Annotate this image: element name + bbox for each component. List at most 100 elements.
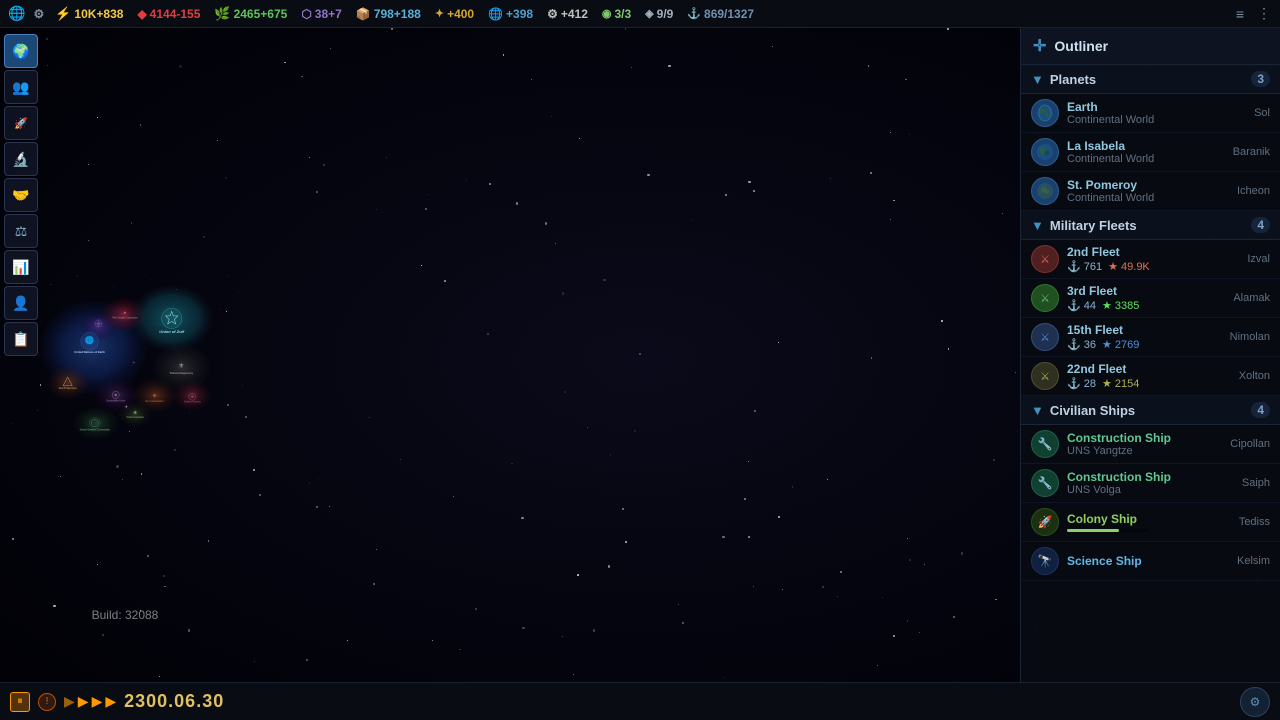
sidebar-item-factions[interactable]: ⚖ [4, 214, 38, 248]
stability-icon: ◉ [602, 7, 612, 20]
3rd-fleet-power: ★ 3385 [1102, 299, 1139, 312]
uns-yangtze-info: Construction Ship UNS Yangtze [1067, 431, 1222, 457]
svg-text:⚜: ⚜ [178, 362, 184, 370]
resource-unity[interactable]: ✦ +400 [430, 3, 479, 25]
fleet-sword-icon-3: ⚔ [1040, 331, 1050, 344]
influence-icon: 🌐 [488, 7, 503, 21]
speed-arrow-1[interactable]: ▶ [64, 693, 75, 710]
uns-volga-icon: 🔧 [1031, 469, 1059, 497]
outliner-header: ✛ Outliner [1021, 28, 1280, 65]
la-isabela-info: La Isabela Continental World [1067, 139, 1225, 165]
fleet-item-2nd[interactable]: ⚔ 2nd Fleet ⚓ 761 ★ 49.9K Izval [1021, 240, 1280, 279]
15th-fleet-info: 15th Fleet ⚓ 36 ★ 2769 [1067, 323, 1222, 351]
st-pomeroy-icon [1031, 177, 1059, 205]
st-pomeroy-info: St. Pomeroy Continental World [1067, 178, 1229, 204]
resource-amenities[interactable]: ⚙ +412 [542, 3, 593, 25]
planets-section-title: ▼ Planets [1031, 72, 1096, 87]
fleet-sword-icon-4: ⚔ [1040, 370, 1050, 383]
fleet-item-15th[interactable]: ⚔ 15th Fleet ⚓ 36 ★ 2769 Nimolan [1021, 318, 1280, 357]
resource-naval-capacity[interactable]: ⚓ 869/1327 [682, 3, 759, 25]
section-header-military-fleets[interactable]: ▼ Military Fleets 4 [1021, 211, 1280, 240]
resource-alloys[interactable]: ⬡ 38+7 [296, 3, 347, 25]
sidebar-item-diplomacy[interactable]: 🤝 [4, 178, 38, 212]
sidebar-item-populations[interactable]: 👥 [4, 70, 38, 104]
ship-item-science[interactable]: 🔭 Science Ship Kelsim [1021, 542, 1280, 581]
sidebar-item-research[interactable]: 🔬 [4, 142, 38, 176]
ship-item-uns-volga[interactable]: 🔧 Construction Ship UNS Volga Saiph [1021, 464, 1280, 503]
uns-volga-name: Construction Ship [1067, 470, 1234, 484]
sidebar-item-leaders[interactable]: 👤 [4, 286, 38, 320]
pause-button[interactable]: ⏸ [10, 692, 30, 712]
resource-stability[interactable]: ◉ 3/3 [597, 3, 636, 25]
sidebar-item-situation[interactable]: 📋 [4, 322, 38, 356]
fleet-sword-icon-2: ⚔ [1040, 292, 1050, 305]
section-header-planets[interactable]: ▼ Planets 3 [1021, 65, 1280, 94]
3rd-fleet-name: 3rd Fleet [1067, 284, 1225, 298]
tech-tree-button[interactable]: ⚙ [1240, 687, 1270, 717]
resource-influence[interactable]: 🌐 +398 [483, 3, 538, 25]
alert-indicator[interactable]: ! [38, 693, 56, 711]
outliner-title: Outliner [1054, 38, 1108, 54]
2nd-fleet-ships: ⚓ 761 [1067, 260, 1102, 273]
2nd-fleet-power: ★ 49.9K [1108, 260, 1150, 273]
energy-icon: ⚡ [55, 6, 71, 22]
bottom-right-icons: ⚙ [1240, 687, 1270, 717]
planet-item-st-pomeroy[interactable]: St. Pomeroy Continental World Icheon [1021, 172, 1280, 211]
bottom-bar: ⏸ ! ▶ ▶ ▶ ▶ 2300.06.30 ⚙ [0, 682, 1280, 720]
speed-arrow-3[interactable]: ▶ [92, 693, 103, 710]
ship-item-colony[interactable]: 🚀 Colony Ship Tediss [1021, 503, 1280, 542]
2nd-fleet-name: 2nd Fleet [1067, 245, 1239, 259]
22nd-fleet-location: Xolton [1239, 370, 1270, 382]
planet-item-la-isabela[interactable]: La Isabela Continental World Baranik [1021, 133, 1280, 172]
extra-menu-button[interactable]: ⋮ [1254, 4, 1274, 24]
empire-chalcidian[interactable] [95, 320, 102, 327]
speed-arrow-4[interactable]: ▶ [105, 693, 116, 710]
stability-value: 3/3 [614, 7, 631, 21]
civilian-chevron-icon: ▼ [1031, 403, 1044, 418]
resource-food[interactable]: 🌿 2465+675 [209, 3, 292, 25]
uns-volga-location: Saiph [1242, 477, 1270, 489]
science-ship-icon: 🔭 [1038, 554, 1053, 568]
planets-count: 3 [1251, 71, 1270, 87]
22nd-fleet-info: 22nd Fleet ⚓ 28 ★ 2154 [1067, 362, 1231, 390]
ship-item-uns-yangtze[interactable]: 🔧 Construction Ship UNS Yangtze Cipollan [1021, 425, 1280, 464]
uns-yangtze-name: Construction Ship [1067, 431, 1222, 445]
science-ship-icon-container: 🔭 [1031, 547, 1059, 575]
top-bar: 🌐 ⚙ ⚡ 10K+838 ◆ 4144-155 🌿 2465+675 ⬡ 38… [0, 0, 1280, 28]
fleet-item-22nd[interactable]: ⚔ 22nd Fleet ⚓ 28 ★ 2154 Xolton [1021, 357, 1280, 396]
resource-energy[interactable]: ⚡ 10K+838 [50, 3, 128, 25]
game-date: 2300.06.30 [124, 691, 224, 712]
colony-ship-info: Colony Ship [1067, 512, 1231, 532]
15th-fleet-ships: ⚓ 36 [1067, 338, 1096, 351]
territory-dabbex-ancients[interactable] [173, 380, 211, 410]
food-icon: 🌿 [214, 6, 230, 22]
naval-icon: ⚓ [687, 7, 701, 20]
settings-menu-button[interactable]: ⚙ [31, 3, 46, 25]
resource-consumer-goods[interactable]: 📦 798+188 [351, 3, 426, 25]
outliner-panel: ✛ Outliner ▼ Planets 3 Earth Continental… [1020, 28, 1280, 720]
colony-ship-progress [1067, 529, 1119, 532]
planet-item-earth[interactable]: Earth Continental World Sol [1021, 94, 1280, 133]
uns-yangtze-icon: 🔧 [1031, 430, 1059, 458]
3rd-fleet-info: 3rd Fleet ⚓ 44 ★ 3385 [1067, 284, 1225, 312]
sidebar-item-fleets[interactable]: 🚀 [4, 106, 38, 140]
empire-menu-button[interactable]: 🌐 [6, 3, 27, 25]
fleets-chevron-icon: ▼ [1031, 218, 1044, 233]
section-header-civilian-ships[interactable]: ▼ Civilian Ships 4 [1021, 396, 1280, 425]
st-pomeroy-location: Icheon [1237, 185, 1270, 197]
territory-serene-gwestor[interactable] [73, 407, 118, 440]
alert-icon: ! [46, 696, 49, 707]
st-pomeroy-subtitle: Continental World [1067, 192, 1229, 204]
hamburger-menu-button[interactable]: ≡ [1230, 4, 1250, 24]
sidebar-item-economy[interactable]: 📊 [4, 250, 38, 284]
speed-arrow-2[interactable]: ▶ [78, 693, 89, 710]
resource-minerals[interactable]: ◆ 4144-155 [132, 3, 205, 25]
territory-gok-protectors[interactable] [48, 366, 88, 399]
sidebar-item-empire[interactable]: 🌍 [4, 34, 38, 68]
outliner-cross-icon: ✛ [1033, 36, 1046, 56]
colony-ship-location: Tediss [1239, 516, 1270, 528]
fleet-item-3rd[interactable]: ⚔ 3rd Fleet ⚓ 44 ★ 3385 Alamak [1021, 279, 1280, 318]
resource-starbases[interactable]: ◈ 9/9 [640, 3, 678, 25]
starbase-icon: ◈ [645, 7, 653, 20]
food-value: 2465+675 [234, 7, 288, 21]
